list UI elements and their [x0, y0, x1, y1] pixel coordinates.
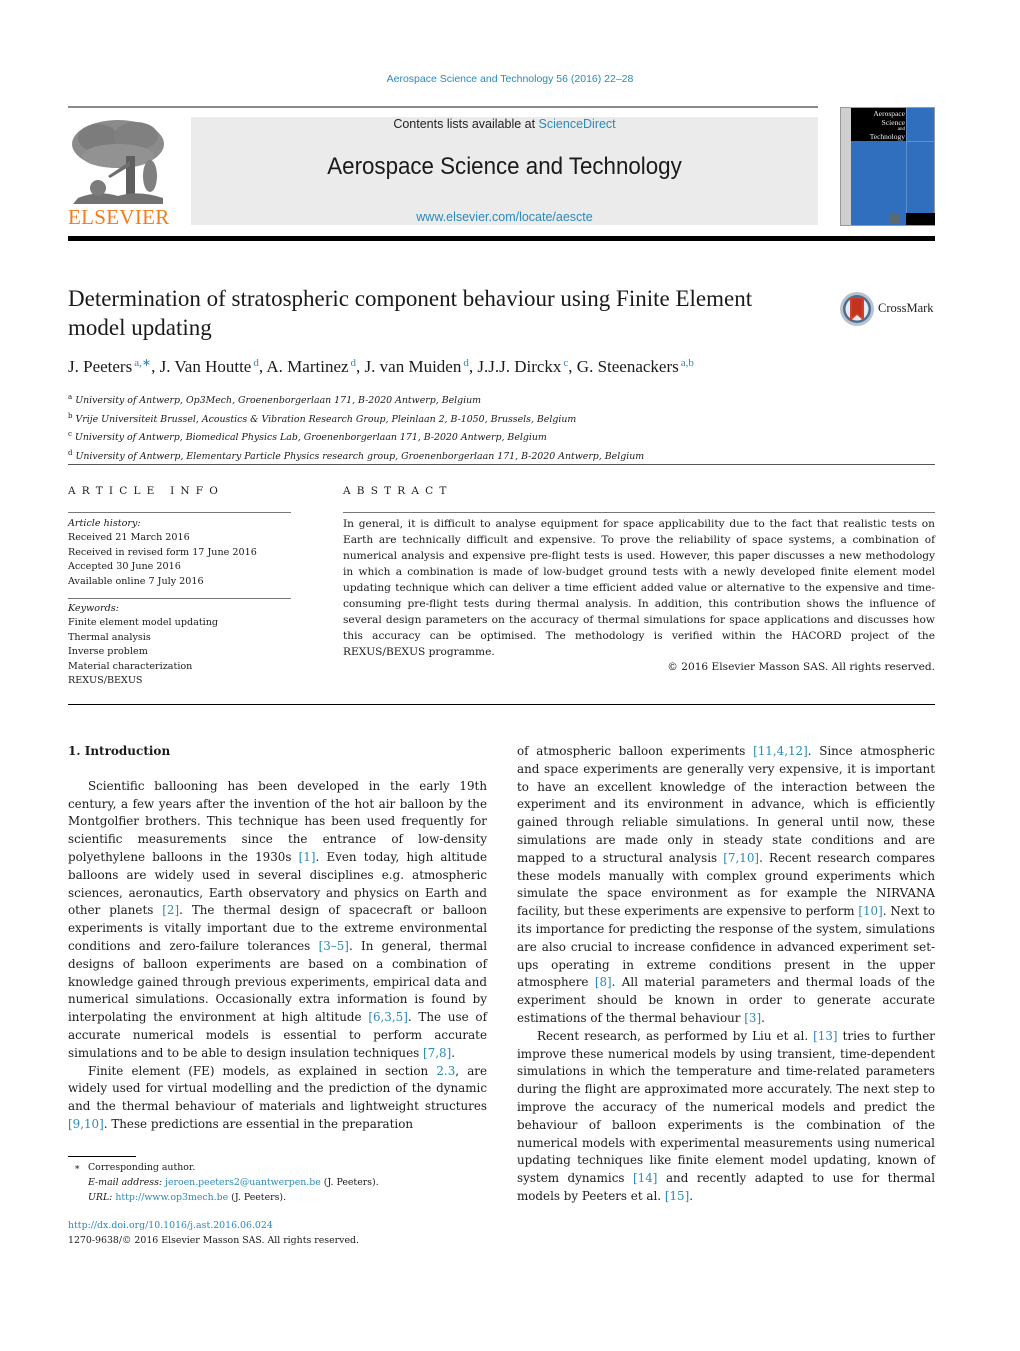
author[interactable]: J. Van Houtte d [160, 357, 259, 376]
url-link[interactable]: http://www.op3mech.be [115, 1192, 228, 1203]
keyword: Finite element model updating [68, 617, 219, 629]
issn-line: 1270-9638/© 2016 Elsevier Masson SAS. Al… [68, 1235, 359, 1246]
citation-link[interactable]: [14] [633, 1171, 657, 1185]
citation-link[interactable]: [8] [595, 975, 612, 989]
citation-link[interactable]: [11,4,12] [753, 744, 808, 758]
citation-link[interactable]: [13] [813, 1029, 837, 1043]
doi-block: http://dx.doi.org/10.1016/j.ast.2016.06.… [68, 1218, 359, 1248]
journal-name: Aerospace Science and Technology [327, 153, 682, 180]
journal-cover-thumbnail[interactable]: Aerospace Science and Technology [840, 107, 935, 226]
article-info-rule [68, 598, 291, 599]
citation-link[interactable]: [1] [299, 850, 316, 864]
author[interactable]: J.J.J. Dirckx c [477, 357, 568, 376]
cover-bottom-bar [906, 213, 935, 225]
keyword: Inverse problem [68, 646, 148, 658]
body-column-right: of atmospheric balloon experiments [11,4… [517, 743, 935, 1206]
cover-divider [906, 108, 907, 225]
elsevier-wordmark: ELSEVIER [68, 205, 170, 229]
history-item: Available online 7 July 2016 [68, 575, 204, 587]
section-heading: 1. Introduction [68, 744, 171, 758]
footnotes: ∗ Corresponding author. E-mail address: j… [68, 1160, 498, 1205]
affiliation-list: a University of Antwerp, Op3Mech, Groenen… [68, 390, 644, 464]
section-divider [68, 704, 935, 705]
right-paragraphs: of atmospheric balloon experiments [11,4… [517, 743, 935, 1206]
citation-link[interactable]: [10] [858, 904, 882, 918]
citation-link[interactable]: [3] [744, 1011, 761, 1025]
footnote-rule [68, 1156, 136, 1157]
author[interactable]: J. Peeters a,∗ [68, 357, 151, 376]
affiliation: c University of Antwerp, Biomedical Physi… [68, 430, 547, 443]
elsevier-logo: ELSEVIER [68, 116, 170, 229]
author[interactable]: A. Martinez d [266, 357, 356, 376]
doi-link[interactable]: http://dx.doi.org/10.1016/j.ast.2016.06.… [68, 1220, 273, 1231]
affiliation: a University of Antwerp, Op3Mech, Groenen… [68, 393, 482, 406]
keywords: Keywords: Finite element model updating … [68, 602, 298, 688]
history-item: Accepted 30 June 2016 [68, 561, 181, 573]
body-paragraph: of atmospheric balloon experiments [11,4… [517, 744, 936, 1025]
cover-title-line: Science [881, 117, 905, 127]
cover-elsevier-icon [889, 213, 899, 223]
author-affiliation-marker[interactable]: d [351, 357, 357, 369]
citation-link[interactable]: 2.3 [436, 1064, 455, 1078]
journal-banner: Contents lists available at ScienceDirec… [191, 117, 818, 225]
history-item: Received 21 March 2016 [68, 532, 190, 544]
body-paragraph: Recent research, as performed by Liu et … [517, 1028, 935, 1203]
author-list: J. Peeters a,∗, J. Van Houtte d, A. Martin… [68, 357, 694, 376]
cover-title-line: Technology [869, 132, 905, 141]
affiliation: b Vrije Universiteit Brussel, Acoustics &… [68, 411, 577, 425]
body-paragraph: Finite element (FE) models, as explained… [68, 1063, 488, 1131]
header-rule [68, 106, 818, 108]
journal-url-link[interactable]: www.elsevier.com/locate/aescte [191, 210, 818, 224]
abstract-heading: ABSTRACT [343, 485, 453, 497]
crossmark-button[interactable]: CrossMark [839, 291, 939, 327]
abstract-rule [343, 512, 935, 513]
paper-title: Determination of stratospheric component… [68, 286, 753, 340]
author-affiliation-marker[interactable]: d [463, 357, 469, 369]
footnote-email: E-mail address: jeroen.peeters2@uantwerp… [88, 1177, 379, 1188]
citation-link[interactable]: [3–5] [319, 939, 349, 953]
article-info-heading: ARTICLE INFO [68, 485, 225, 497]
keyword: REXUS/BEXUS [68, 675, 143, 687]
cover-title: Aerospace Science and Technology [853, 109, 905, 142]
citation-link[interactable]: [15] [665, 1189, 689, 1203]
keywords-label: Keywords: [68, 603, 119, 614]
email-link[interactable]: jeroen.peeters2@uantwerpen.be [165, 1177, 321, 1188]
footnote-corresponding: ∗ Corresponding author. [74, 1162, 196, 1173]
body-paragraph: Scientific ballooning has been developed… [68, 778, 488, 1060]
crossmark-icon [840, 292, 874, 326]
author-affiliation-marker[interactable]: c [563, 357, 568, 369]
affiliation: d University of Antwerp, Elementary Parti… [68, 448, 645, 462]
header-thick-rule [68, 236, 935, 241]
footnote-url: URL: http://www.op3mech.be (J. Peeters). [88, 1192, 287, 1203]
cover-spine [841, 108, 851, 225]
section-divider [68, 464, 935, 465]
citation-link[interactable]: [7,8] [423, 1046, 451, 1060]
author-affiliation-marker[interactable]: a,∗ [134, 357, 151, 369]
contents-line: Contents lists available at ScienceDirec… [191, 117, 818, 131]
author-affiliation-marker[interactable]: a,b [681, 357, 694, 369]
keyword: Material characterization [68, 660, 193, 672]
author[interactable]: G. Steenackers a,b [577, 357, 694, 376]
article-info-rule [68, 512, 291, 513]
body-column-left: 1. Introduction Scientific ballooning ha… [68, 743, 487, 1134]
history-label: Article history: [68, 518, 141, 529]
elsevier-tree-icon [72, 120, 164, 204]
sciencedirect-link[interactable]: ScienceDirect [539, 117, 616, 131]
cover-divider [906, 141, 935, 142]
citation-link[interactable]: [6,3,5] [368, 1010, 408, 1024]
citation-link[interactable]: [2] [162, 903, 179, 917]
article-history: Article history: Received 21 March 2016 … [68, 517, 298, 589]
journal-citation[interactable]: Aerospace Science and Technology 56 (201… [0, 73, 1020, 85]
author[interactable]: J. van Muiden d [365, 357, 469, 376]
left-paragraphs: Scientific ballooning has been developed… [68, 778, 487, 1134]
citation-link[interactable]: [7,10] [723, 851, 759, 865]
abstract-copyright: © 2016 Elsevier Masson SAS. All rights r… [667, 661, 935, 673]
crossmark-label: CrossMark [878, 301, 934, 315]
history-item: Received in revised form 17 June 2016 [68, 546, 257, 558]
keyword: Thermal analysis [68, 631, 151, 643]
citation-link[interactable]: [9,10] [68, 1117, 104, 1131]
contents-prefix: Contents lists available at [393, 117, 539, 131]
author-affiliation-marker[interactable]: d [253, 357, 259, 369]
abstract-text: In general, it is difficult to analyse e… [343, 518, 935, 658]
